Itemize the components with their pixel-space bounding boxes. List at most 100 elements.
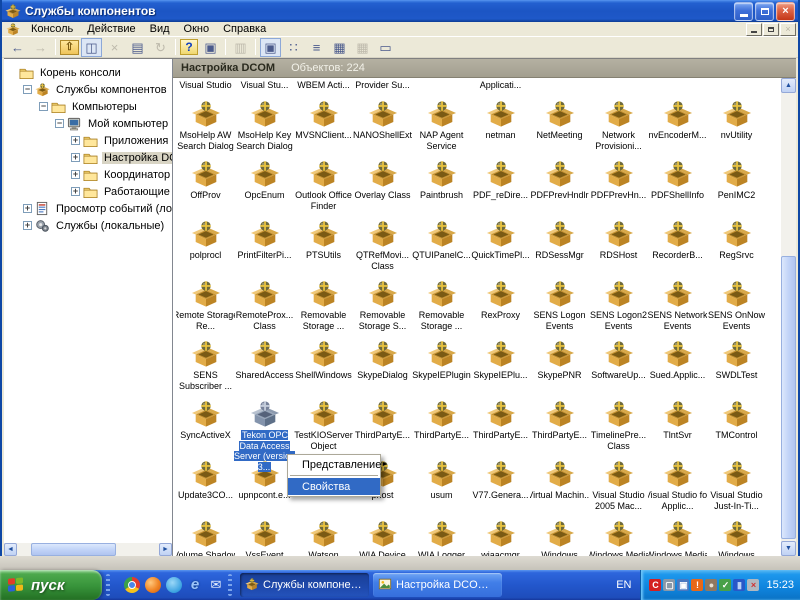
dcom-item[interactable]: nvEncoderM... xyxy=(648,95,707,155)
tree-item-component-services[interactable]: −Службы компонентов xyxy=(4,81,172,98)
list-view-icon[interactable]: ≡ xyxy=(306,38,327,57)
dcom-item[interactable]: Update3CO... xyxy=(176,455,235,515)
dcom-item[interactable]: VssEvent xyxy=(235,515,294,556)
child-minimize-button[interactable] xyxy=(746,23,762,36)
dcom-item[interactable]: Sued.Applic... xyxy=(648,335,707,395)
tree-item-my-computer[interactable]: −Мой компьютер xyxy=(4,115,172,132)
scroll-thumb[interactable] xyxy=(31,543,116,556)
dcom-item[interactable]: Watson subscriber f... xyxy=(294,515,353,556)
dcom-item[interactable]: TimelinePre... Class xyxy=(589,395,648,455)
tree-expander-icon[interactable]: − xyxy=(39,102,48,111)
show-console-tree-icon[interactable]: ◫ xyxy=(81,38,102,57)
tree-item-dcom-config[interactable]: +Настройка DCOM xyxy=(4,149,172,166)
dcom-item[interactable]: ThirdPartyE... xyxy=(353,395,412,455)
display-tray-icon[interactable]: ▢ xyxy=(663,579,675,591)
tree-expander-icon[interactable]: − xyxy=(55,119,64,128)
show-window-icon[interactable]: ▣ xyxy=(200,38,221,57)
dcom-item[interactable]: NetMeeting xyxy=(530,95,589,155)
help-icon[interactable]: ? xyxy=(180,39,198,55)
start-button[interactable]: пуск xyxy=(0,570,102,600)
dcom-item[interactable]: Visual Studio for Applic... xyxy=(648,455,707,515)
dcom-item[interactable]: RemoteProx... Class xyxy=(235,275,294,335)
tree-expander-icon[interactable]: + xyxy=(23,204,32,213)
dcom-item[interactable]: Virtual Machin... xyxy=(530,455,589,515)
dcom-item[interactable]: Outlook Office Finder xyxy=(294,155,353,215)
dcom-item[interactable]: Windows Media Pla... xyxy=(589,515,648,556)
dcom-item[interactable]: ThirdPartyE... xyxy=(412,395,471,455)
properties-icon[interactable]: ▤ xyxy=(127,38,148,57)
back-icon[interactable]: ← xyxy=(7,38,28,57)
dcom-item[interactable]: Windows Update Agent xyxy=(707,515,766,556)
context-menu-item-view[interactable]: Представление► xyxy=(288,456,380,473)
dcom-item[interactable]: polprocl xyxy=(176,215,235,275)
dcom-item[interactable]: Paintbrush xyxy=(412,155,471,215)
dcom-item[interactable]: PDFPrevHndlr xyxy=(530,155,589,215)
tree-horizontal-scrollbar[interactable]: ◄ ► xyxy=(4,543,172,556)
dcom-item[interactable]: RegSrvc xyxy=(707,215,766,275)
child-restore-button[interactable] xyxy=(763,23,779,36)
dcom-item[interactable]: ThirdPartyE... xyxy=(530,395,589,455)
dcom-item-partial[interactable]: Visual Stu... xyxy=(235,78,294,95)
power-alert-tray-icon[interactable]: ! xyxy=(691,579,703,591)
dcom-item[interactable]: QTUIPanelC... xyxy=(412,215,471,275)
dcom-item[interactable]: SkypeIEPlugin xyxy=(412,335,471,395)
taskbar-grip[interactable] xyxy=(106,574,110,596)
dcom-item[interactable]: NAP Agent Service xyxy=(412,95,471,155)
dcom-item[interactable]: SENS OnNow Events xyxy=(707,275,766,335)
dcom-item[interactable]: WIA Logger xyxy=(412,515,471,556)
messenger-icon[interactable] xyxy=(166,577,182,593)
dcom-item[interactable]: QTRefMovi... Class xyxy=(353,215,412,275)
dcom-item[interactable]: Overlay Class xyxy=(353,155,412,215)
firefox-icon[interactable] xyxy=(145,577,161,593)
dcom-item[interactable]: V77.Genera... xyxy=(471,455,530,515)
menu-window[interactable]: Окно xyxy=(177,22,217,37)
dcom-item[interactable]: Remote Storage Re... xyxy=(176,275,235,335)
dcom-item[interactable]: PDFPrevHn... xyxy=(589,155,648,215)
dcom-item[interactable]: Visual Studio Just-In-Ti... xyxy=(707,455,766,515)
dcom-item-partial[interactable]: Applicati... xyxy=(471,78,530,95)
menu-help[interactable]: Справка xyxy=(216,22,273,37)
dcom-item[interactable]: NANOShellExt xyxy=(353,95,412,155)
tree-item-dtc-coordinator[interactable]: +Координатор распреде xyxy=(4,166,172,183)
dcom-item[interactable]: PenIMC2 xyxy=(707,155,766,215)
dcom-item[interactable]: MsoHelp Key Search Dialog xyxy=(235,95,294,155)
language-indicator[interactable]: EN xyxy=(607,579,640,591)
network-tray-icon[interactable]: ▣ xyxy=(677,579,689,591)
dcom-item[interactable]: TestKIOServer Object xyxy=(294,395,353,455)
scroll-right-icon[interactable]: ► xyxy=(159,543,172,556)
dcom-item[interactable]: netman xyxy=(471,95,530,155)
clock[interactable]: 15:23 xyxy=(766,579,794,591)
tree-expander-icon[interactable]: + xyxy=(71,170,80,179)
tree-item-com-plus-applications[interactable]: +Приложения COM+ xyxy=(4,132,172,149)
chrome-icon[interactable] xyxy=(124,577,140,593)
dcom-item[interactable]: OffProv xyxy=(176,155,235,215)
dcom-item[interactable]: SENS Logon Events xyxy=(530,275,589,335)
dcom-item[interactable]: SkypePNR xyxy=(530,335,589,395)
console-window-icon[interactable]: ▭ xyxy=(375,38,396,57)
mail-icon[interactable]: ✉ xyxy=(208,577,224,593)
dcom-item[interactable]: SkypeIEPlu... xyxy=(471,335,530,395)
dcom-item[interactable]: SoftwareUp... xyxy=(589,335,648,395)
dcom-item[interactable]: Removable Storage ... xyxy=(412,275,471,335)
dcom-item[interactable]: SyncActiveX xyxy=(176,395,235,455)
dcom-item[interactable]: SENS Subscriber ... xyxy=(176,335,235,395)
details-view-icon[interactable]: ▦ xyxy=(329,38,350,57)
dcom-item[interactable]: SWDLTest xyxy=(707,335,766,395)
scroll-thumb[interactable] xyxy=(781,256,796,539)
large-icons-view-icon[interactable]: ▣ xyxy=(260,38,281,57)
dcom-item-partial[interactable]: Provider Su... xyxy=(353,78,412,95)
dcom-item-selected[interactable]: Tekon OPC Data Access Server (version 3.… xyxy=(235,395,294,455)
tree-expander-icon[interactable]: + xyxy=(71,187,80,196)
dcom-item[interactable]: PTSUtils xyxy=(294,215,353,275)
dcom-item[interactable]: Removable Storage ... xyxy=(294,275,353,335)
dcom-item[interactable]: RDSessMgr xyxy=(530,215,589,275)
tree-item-console-root[interactable]: +Корень консоли xyxy=(4,64,172,81)
dcom-item[interactable]: wiaacmgr xyxy=(471,515,530,556)
dcom-item[interactable]: RDSHost xyxy=(589,215,648,275)
dcom-item-partial[interactable]: Visual Studio xyxy=(176,78,235,95)
dcom-item[interactable]: usum xyxy=(412,455,471,515)
menu-view[interactable]: Вид xyxy=(143,22,177,37)
vertical-scrollbar[interactable]: ▲ ▼ xyxy=(781,78,796,556)
tree-expander-icon[interactable]: + xyxy=(71,136,80,145)
dcom-item[interactable]: PDFShellInfo xyxy=(648,155,707,215)
